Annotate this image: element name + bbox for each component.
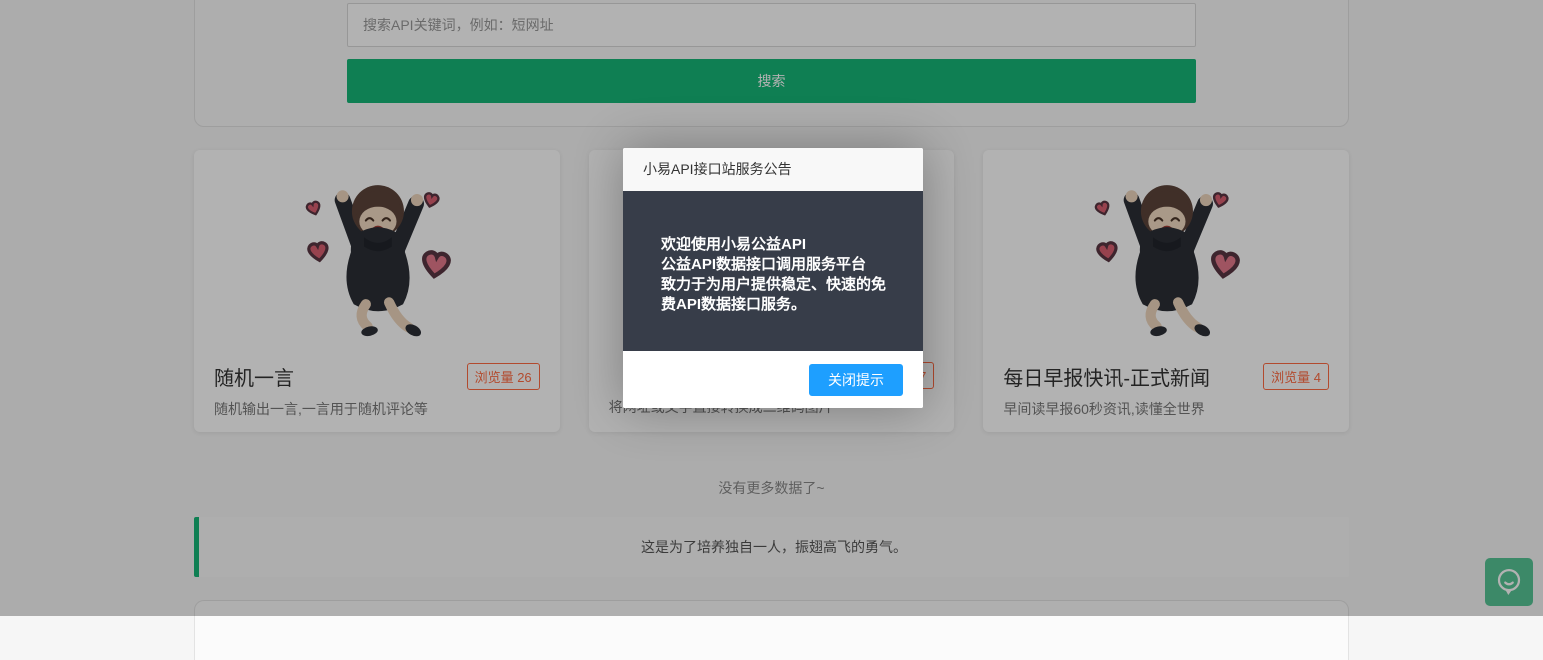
close-announcement-button[interactable]: 关闭提示 <box>809 364 903 396</box>
modal-title-bar[interactable]: 小易API接口站服务公告 <box>623 148 923 191</box>
modal-body-line: 欢迎使用小易公益API <box>661 235 895 255</box>
announcement-modal: 小易API接口站服务公告 欢迎使用小易公益API 公益API数据接口调用服务平台… <box>623 148 923 408</box>
modal-title: 小易API接口站服务公告 <box>643 161 792 177</box>
modal-body-line: 致力于为用户提供稳定、快速的免费API数据接口服务。 <box>661 275 895 315</box>
modal-body-line: 公益API数据接口调用服务平台 <box>661 255 895 275</box>
modal-footer: 关闭提示 <box>623 351 923 408</box>
modal-body: 欢迎使用小易公益API 公益API数据接口调用服务平台 致力于为用户提供稳定、快… <box>623 191 923 351</box>
